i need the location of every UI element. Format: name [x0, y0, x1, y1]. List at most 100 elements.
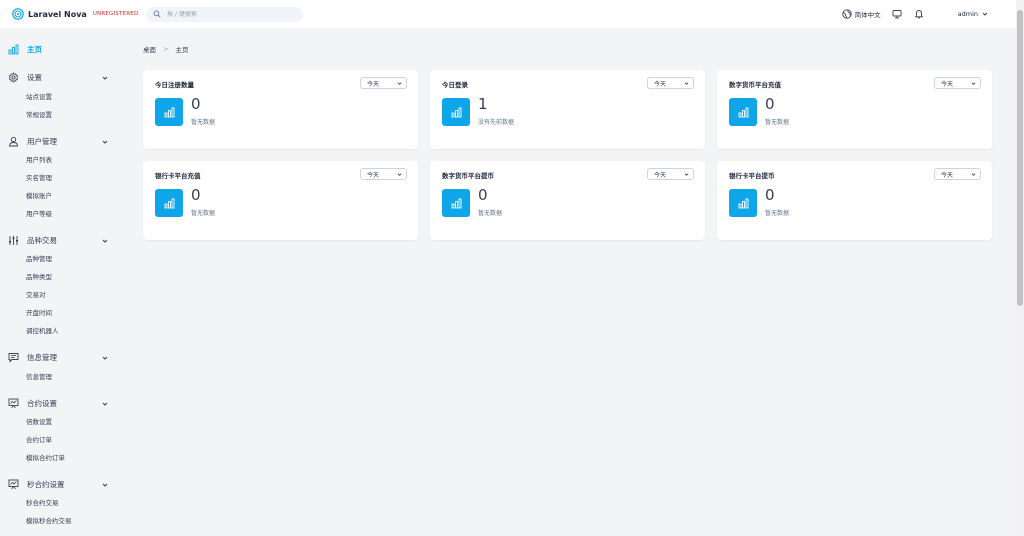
unregistered-badge: UNREGISTERED: [92, 11, 139, 17]
card-subtext: 暂无数据: [478, 210, 503, 217]
sidebar-item-demo-second-contract-trades[interactable]: 模拟秒合约交易: [26, 515, 72, 525]
sidebar-item-user-levels[interactable]: 用户等级: [26, 208, 52, 218]
sidebar-item-opening-hours[interactable]: 开盘时间: [26, 307, 52, 317]
notifications-button[interactable]: [913, 8, 925, 20]
chevron-down-icon: [102, 239, 108, 243]
bar-chart-icon: [164, 107, 174, 117]
card-value: 0: [478, 186, 488, 204]
sidebar-item-leverage-settings[interactable]: 倍数设置: [26, 416, 52, 426]
card-title: 今日注册数量: [155, 81, 194, 89]
sidebar-group-settings[interactable]: 设置: [8, 72, 108, 83]
sidebar-group-label: 用户管理: [27, 137, 57, 146]
user-menu[interactable]: admin: [958, 10, 988, 18]
range-select[interactable]: 今天: [647, 77, 694, 89]
bar-chart-icon: [738, 107, 748, 117]
sidebar-group-contracts[interactable]: 合约设置: [8, 398, 108, 409]
chevron-down-icon: [684, 173, 689, 176]
card-chart-badge: [155, 98, 183, 126]
card-chart-badge: [442, 98, 470, 126]
breadcrumb-current: 主页: [175, 46, 189, 54]
chevron-down-icon: [102, 356, 108, 360]
brand-name: Laravel Nova: [28, 9, 87, 19]
card-subtext: 没有先前数据: [478, 119, 515, 126]
sidebar-item-instrument-types[interactable]: 品种类型: [26, 271, 52, 281]
users-icon: [9, 136, 18, 147]
card-subtext: 暂无数据: [191, 210, 216, 217]
bar-chart-icon: [451, 198, 461, 208]
card-title: 数字货币平台充值: [729, 81, 781, 89]
card-value: 0: [765, 186, 775, 204]
card-value: 0: [191, 186, 201, 204]
chevron-down-icon: [102, 402, 108, 406]
user-name: admin: [957, 10, 978, 18]
card-value: 1: [478, 95, 488, 113]
sidebar-item-demo-contract-orders[interactable]: 模拟合约订单: [26, 452, 65, 462]
bar-chart-icon: [451, 107, 461, 117]
sidebar-group-instruments[interactable]: 品种交易: [8, 235, 108, 246]
sidebar-item-contract-orders[interactable]: 合约订单: [26, 434, 52, 444]
breadcrumb-root[interactable]: 桌面: [143, 44, 156, 54]
range-select[interactable]: 今天: [934, 168, 981, 180]
card-title: 数字货币平台提币: [442, 172, 494, 180]
range-select[interactable]: 今天: [360, 168, 407, 180]
sliders-icon: [9, 236, 18, 245]
sidebar-item-label: 主页: [27, 45, 42, 54]
chevron-down-icon: [102, 76, 108, 80]
card-subtext: 暂无数据: [765, 210, 790, 217]
sidebar-item-control-robot[interactable]: 调控机器人: [26, 325, 59, 335]
screen-button[interactable]: [891, 8, 903, 20]
sidebar-group-label: 合约设置: [27, 399, 57, 408]
card-chart-badge: [155, 189, 183, 217]
card-chart-badge: [729, 189, 757, 217]
chevron-down-icon: [397, 173, 402, 176]
chevron-down-icon: [102, 483, 108, 487]
page-scrollbar[interactable]: [1016, 0, 1024, 536]
sidebar-group-messages[interactable]: 信息管理: [8, 352, 108, 363]
card-title: 今日登录: [442, 81, 468, 89]
card-chart-badge: [729, 98, 757, 126]
sidebar-item-message-management[interactable]: 信息管理: [26, 371, 52, 381]
language-switcher[interactable]: 简体中文: [841, 9, 881, 19]
presentation-icon: [8, 479, 19, 490]
brand[interactable]: Laravel Nova UNREGISTERED: [12, 8, 146, 20]
range-select[interactable]: 今天: [360, 77, 407, 89]
chevron-down-icon: [102, 140, 108, 144]
bar-chart-icon: [738, 198, 748, 208]
sidebar-item-instrument-management[interactable]: 品种管理: [26, 253, 52, 263]
scrollbar-thumb[interactable]: [1017, 10, 1023, 306]
sidebar-item-user-list[interactable]: 用户列表: [26, 154, 52, 164]
chevron-down-icon: [397, 82, 402, 85]
metric-card-crypto-withdrawals: 数字货币平台提币 今天 0 暂无数据: [430, 161, 705, 240]
sidebar-item-home[interactable]: 主页: [8, 44, 42, 55]
chevron-down-icon: [971, 173, 976, 176]
chevron-down-icon: [684, 82, 689, 85]
sidebar-group-label: 品种交易: [27, 236, 57, 245]
sidebar-item-trading-pairs[interactable]: 交易对: [26, 289, 46, 299]
sidebar-item-kyc[interactable]: 实名管理: [26, 172, 52, 182]
sidebar-item-second-contract-trades[interactable]: 秒合约交易: [26, 497, 59, 507]
presentation-icon: [8, 398, 19, 409]
nova-logo-icon: [12, 8, 24, 20]
message-icon: [8, 353, 19, 363]
metric-card-bank-withdrawals: 银行卡平台提币 今天 0 暂无数据: [717, 161, 992, 240]
sidebar-item-demo-accounts[interactable]: 模拟账户: [26, 190, 52, 200]
card-value: 0: [765, 95, 775, 113]
sidebar-group-users[interactable]: 用户管理: [8, 136, 108, 147]
metric-card-bank-deposits: 银行卡平台充值 今天 0 暂无数据: [143, 161, 418, 240]
sidebar-group-label: 秒合约设置: [27, 480, 65, 489]
metric-card-registrations: 今日注册数量 今天 0 暂无数据: [143, 70, 418, 149]
sidebar-item-general-settings[interactable]: 常规设置: [26, 109, 52, 119]
global-search[interactable]: [146, 6, 303, 22]
card-chart-badge: [442, 189, 470, 217]
card-value: 0: [191, 95, 201, 113]
range-select[interactable]: 今天: [647, 168, 694, 180]
range-select[interactable]: 今天: [934, 77, 981, 89]
breadcrumb-separator: >: [163, 45, 169, 53]
search-input[interactable]: [167, 10, 287, 18]
bar-chart-icon: [164, 198, 174, 208]
chevron-down-icon: [982, 12, 988, 16]
sidebar-group-second-contracts[interactable]: 秒合约设置: [8, 479, 108, 490]
card-subtext: 暂无数据: [191, 119, 216, 126]
sidebar-item-site-settings[interactable]: 站点设置: [26, 91, 52, 101]
metric-card-logins: 今日登录 今天 1 没有先前数据: [430, 70, 705, 149]
